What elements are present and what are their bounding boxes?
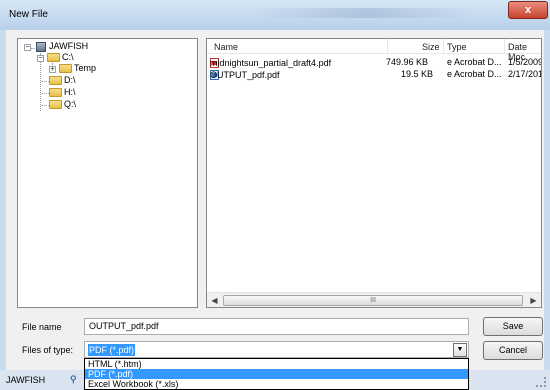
close-button[interactable]: x bbox=[508, 1, 548, 19]
window-title: New File bbox=[9, 9, 48, 20]
files-of-type-select[interactable]: PDF (*.pdf) ▼ bbox=[84, 341, 469, 358]
file-list-header: Name Size Type Date Moc bbox=[207, 39, 541, 62]
file-type-cell: e Acrobat D... bbox=[447, 69, 502, 79]
column-header-name[interactable]: Name bbox=[214, 42, 238, 52]
column-divider[interactable] bbox=[504, 39, 505, 53]
close-icon: x bbox=[524, 4, 532, 16]
collapse-root-icon[interactable]: − bbox=[24, 44, 31, 51]
column-header-type[interactable]: Type bbox=[447, 42, 467, 52]
scrollbar-thumb[interactable]: III bbox=[223, 295, 523, 306]
folder-icon bbox=[49, 76, 62, 86]
tree-item-h[interactable]: H:\ bbox=[49, 87, 76, 98]
scroll-right-icon[interactable]: ▶ bbox=[526, 293, 541, 307]
save-button[interactable]: Save bbox=[483, 317, 543, 336]
expand-temp-icon[interactable]: + bbox=[49, 66, 56, 73]
tree-item-d[interactable]: D:\ bbox=[49, 75, 76, 86]
column-header-size[interactable]: Size bbox=[422, 42, 440, 52]
files-of-type-dropdown-list[interactable]: HTML (*.htm) PDF (*.pdf) Excel Workbook … bbox=[84, 358, 469, 390]
folder-tree[interactable]: − JAWFISH − C:\ + Temp D:\ H:\ Q:\ bbox=[17, 38, 198, 308]
column-divider[interactable] bbox=[443, 39, 444, 53]
file-date-cell: 2/17/201 bbox=[508, 69, 542, 79]
title-bar[interactable]: New File x bbox=[0, 0, 550, 30]
file-type-cell: e Acrobat D... bbox=[447, 57, 502, 67]
tree-connector bbox=[41, 105, 49, 106]
file-size-cell: 19.5 KB bbox=[401, 69, 434, 79]
file-size-cell: 749.96 KB bbox=[386, 57, 429, 67]
status-text: JAWFISH bbox=[6, 375, 46, 385]
folder-icon bbox=[47, 53, 60, 63]
computer-icon bbox=[36, 41, 46, 52]
file-name-input[interactable]: OUTPUT_pdf.pdf bbox=[84, 318, 469, 335]
file-row[interactable]: midnightsun_partial_draft4.pdf 749.96 KB… bbox=[207, 56, 542, 68]
tree-connector bbox=[41, 81, 49, 82]
files-of-type-label: Files of type: bbox=[22, 345, 74, 355]
collapse-c-icon[interactable]: − bbox=[37, 55, 44, 62]
type-option[interactable]: HTML (*.htm) bbox=[85, 359, 468, 369]
files-of-type-value: PDF (*.pdf) bbox=[88, 344, 136, 356]
tree-item-q[interactable]: Q:\ bbox=[49, 99, 76, 110]
folder-icon bbox=[49, 100, 62, 110]
type-option[interactable]: Excel Workbook (*.xls) bbox=[85, 379, 468, 389]
scroll-left-icon[interactable]: ◀ bbox=[207, 293, 222, 307]
column-divider[interactable] bbox=[387, 39, 388, 53]
type-option-selected[interactable]: PDF (*.pdf) bbox=[85, 369, 468, 379]
tree-connector bbox=[41, 93, 49, 94]
tree-connector bbox=[31, 48, 35, 49]
tree-item-c[interactable]: C:\ bbox=[47, 52, 74, 63]
cancel-button[interactable]: Cancel bbox=[483, 341, 543, 360]
resize-grip-icon[interactable] bbox=[536, 377, 546, 387]
new-file-dialog: New File x − JAWFISH − C:\ + Temp D:\ H:… bbox=[0, 0, 550, 390]
folder-icon bbox=[49, 88, 62, 98]
file-name-label: File name bbox=[22, 322, 62, 332]
file-row[interactable]: OUTPUT_pdf.pdf 19.5 KB e Acrobat D... 2/… bbox=[207, 68, 542, 80]
dropdown-arrow-icon[interactable]: ▼ bbox=[453, 343, 467, 357]
status-icon: ⚲ bbox=[70, 374, 77, 384]
title-bar-background-blur bbox=[250, 8, 480, 18]
tree-item-jawfish[interactable]: JAWFISH bbox=[36, 41, 88, 52]
tree-item-temp[interactable]: Temp bbox=[59, 63, 96, 74]
horizontal-scrollbar[interactable]: ◀ III ▶ bbox=[207, 292, 541, 307]
file-date-cell: 1/5/2009 bbox=[508, 57, 542, 67]
folder-icon bbox=[59, 64, 72, 74]
file-list[interactable]: Name Size Type Date Moc midnightsun_part… bbox=[206, 38, 542, 308]
